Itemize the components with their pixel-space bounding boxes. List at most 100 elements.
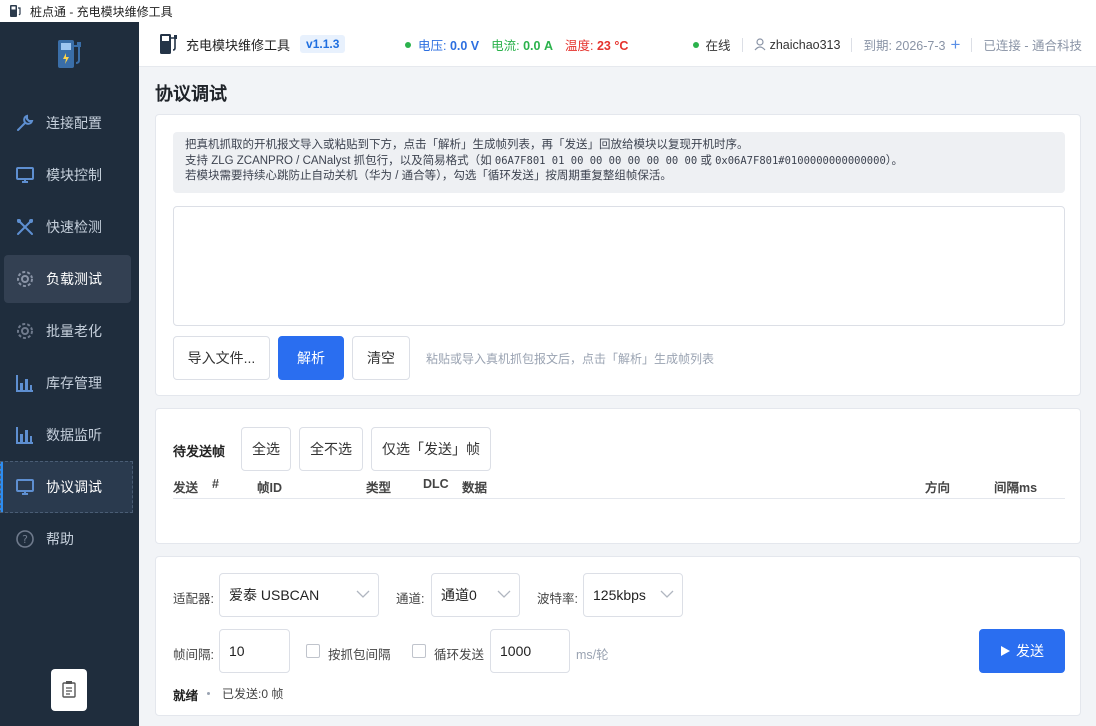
capture-interval-checkbox[interactable] [306, 644, 320, 658]
bar-chart-icon [14, 372, 36, 394]
capture-interval-label: 按抓包间隔 [328, 648, 391, 662]
column-header-data: 数据 [462, 481, 488, 495]
sidebar: 连接配置 模块控制 快速检测 负载测试 批量老化 库存管理 数据监听 协议调试 [0, 22, 139, 726]
live-metrics: 电压: 0.0 V 电流: 0.0 A 温度: 23 °C [405, 22, 628, 67]
tip-line: 若模块需要持续心跳防止自动关机（华为 / 通合等），勾选「循环发送」按周期重复整… [185, 170, 672, 182]
select-none-button[interactable]: 全不选 [299, 427, 363, 471]
play-icon [1001, 646, 1010, 656]
status-separator [207, 692, 210, 695]
sidebar-item-label: 模块控制 [46, 167, 102, 183]
sidebar-item-connection-config[interactable]: 连接配置 [0, 97, 139, 149]
sidebar-item-label: 协议调试 [46, 479, 102, 495]
clear-button[interactable]: 清空 [352, 336, 410, 380]
charger-logo-icon [55, 38, 85, 72]
monitor-icon [14, 164, 36, 186]
sidebar-item-load-test[interactable]: 负载测试 [4, 255, 131, 303]
select-send-frames-button[interactable]: 仅选「发送」帧 [371, 427, 491, 471]
online-dot-icon [692, 41, 699, 48]
interval-label: 帧间隔: [173, 648, 214, 662]
interval-input[interactable]: 10 [219, 629, 290, 673]
sidebar-item-data-monitor[interactable]: 数据监听 [0, 409, 139, 461]
clipboard-button[interactable] [51, 669, 87, 711]
divider [851, 37, 853, 52]
sidebar-item-inventory[interactable]: 库存管理 [0, 357, 139, 409]
frames-panel: 待发送帧 全选 全不选 仅选「发送」帧 发送 # 帧ID 类型 DLC 数据 方… [155, 408, 1081, 544]
connection-dot-icon [405, 41, 411, 48]
sidebar-item-batch-aging[interactable]: 批量老化 [0, 305, 139, 357]
sidebar-item-label: 连接配置 [46, 115, 102, 131]
send-panel: 适配器: 爱泰 USBCAN 通道: 通道0 波特率: 125kbps 帧间隔:… [155, 556, 1081, 716]
window-title: 桩点通 - 充电模块维修工具 [30, 4, 173, 19]
license-expiry: 到期: 2026-7-3 [863, 39, 946, 53]
tools-icon [14, 216, 36, 238]
loop-send-checkbox[interactable] [412, 644, 426, 658]
column-header-index: # [212, 477, 219, 491]
sidebar-item-help[interactable]: ? 帮助 [0, 513, 139, 565]
import-panel: 把真机抓取的开机报文导入或粘贴到下方，点击「解析」生成帧列表，再「发送」回放给模… [155, 114, 1081, 396]
channel-label: 通道: [396, 592, 425, 606]
sidebar-item-label: 快速检测 [46, 219, 102, 235]
column-header-frame-id: 帧ID [257, 481, 283, 495]
sidebar-item-label: 批量老化 [46, 323, 102, 339]
chevron-down-icon [660, 590, 674, 598]
online-status: 在线 [705, 39, 731, 53]
svg-text:?: ? [22, 533, 28, 546]
clipboard-icon [61, 680, 77, 701]
sidebar-item-quick-check[interactable]: 快速检测 [0, 201, 139, 253]
tip-line: 支持 ZLG ZCANPRO / CANalyst 抓包行，以及简易格式（如 0… [185, 154, 904, 167]
chevron-down-icon [356, 590, 370, 598]
user-icon [754, 38, 766, 51]
loop-send-label: 循环发送 [434, 648, 485, 662]
column-header-direction: 方向 [925, 481, 951, 495]
select-all-button[interactable]: 全选 [241, 427, 291, 471]
column-header-type: 类型 [366, 481, 392, 495]
sidebar-nav: 连接配置 模块控制 快速检测 负载测试 批量老化 库存管理 数据监听 协议调试 [0, 97, 139, 565]
adapter-select[interactable]: 爱泰 USBCAN [219, 573, 379, 617]
bar-chart-icon [14, 424, 36, 446]
status-text: 就绪 [173, 689, 199, 703]
device-connection-status: 已连接 - 通合科技 [983, 39, 1082, 53]
loop-unit-label: ms/轮 [576, 648, 609, 662]
voltage-readout: 电压: 0.0 V [418, 39, 480, 53]
sidebar-item-module-control[interactable]: 模块控制 [0, 149, 139, 201]
column-header-send: 发送 [173, 481, 199, 495]
renew-plus-button[interactable]: + [950, 36, 960, 53]
table-header-divider [173, 498, 1065, 499]
app-icon [8, 4, 22, 18]
app-title: 充电模块维修工具 [186, 37, 291, 53]
usage-tip: 把真机抓取的开机报文导入或粘贴到下方，点击「解析」生成帧列表，再「发送」回放给模… [173, 132, 1065, 193]
import-file-button[interactable]: 导入文件... [173, 336, 270, 380]
import-hint: 粘贴或导入真机抓包报文后，点击「解析」生成帧列表 [426, 352, 715, 366]
tip-line: 把真机抓取的开机报文导入或粘贴到下方，点击「解析」生成帧列表，再「发送」回放给模… [185, 139, 749, 151]
sidebar-item-label: 负载测试 [46, 271, 102, 287]
column-header-dlc: DLC [423, 477, 449, 491]
wrench-icon [14, 112, 36, 134]
loop-period-input[interactable]: 1000 [490, 629, 570, 673]
monitor-icon [14, 476, 36, 498]
header-status: 在线 zhaichao313 到期: 2026-7-3 + 已连接 - 通合科技 [692, 22, 1082, 67]
page-title: 协议调试 [155, 84, 227, 104]
gear-icon [14, 320, 36, 342]
current-readout: 电流: 0.0 A [491, 39, 553, 53]
parse-button[interactable]: 解析 [278, 336, 344, 380]
capture-text-input[interactable] [173, 206, 1065, 326]
sidebar-item-label: 帮助 [46, 531, 74, 547]
gear-icon [14, 268, 36, 290]
question-icon: ? [14, 528, 36, 550]
divider [741, 37, 743, 52]
temperature-readout: 温度: 23 °C [564, 39, 629, 53]
charger-icon [159, 33, 179, 55]
divider [971, 37, 973, 52]
send-button[interactable]: 发送 [979, 629, 1065, 673]
frames-title: 待发送帧 [173, 444, 226, 459]
sidebar-item-label: 数据监听 [46, 427, 102, 443]
channel-select[interactable]: 通道0 [431, 573, 520, 617]
column-header-interval: 间隔ms [994, 481, 1038, 495]
username[interactable]: zhaichao313 [770, 38, 841, 52]
sidebar-item-protocol-debug[interactable]: 协议调试 [0, 461, 133, 513]
top-header: 充电模块维修工具 v1.1.3 电压: 0.0 V 电流: 0.0 A 温度: … [139, 22, 1096, 67]
adapter-label: 适配器: [173, 592, 214, 606]
baud-select[interactable]: 125kbps [583, 573, 683, 617]
baud-label: 波特率: [537, 592, 578, 606]
sent-count: 已发送:0 帧 [222, 687, 284, 701]
